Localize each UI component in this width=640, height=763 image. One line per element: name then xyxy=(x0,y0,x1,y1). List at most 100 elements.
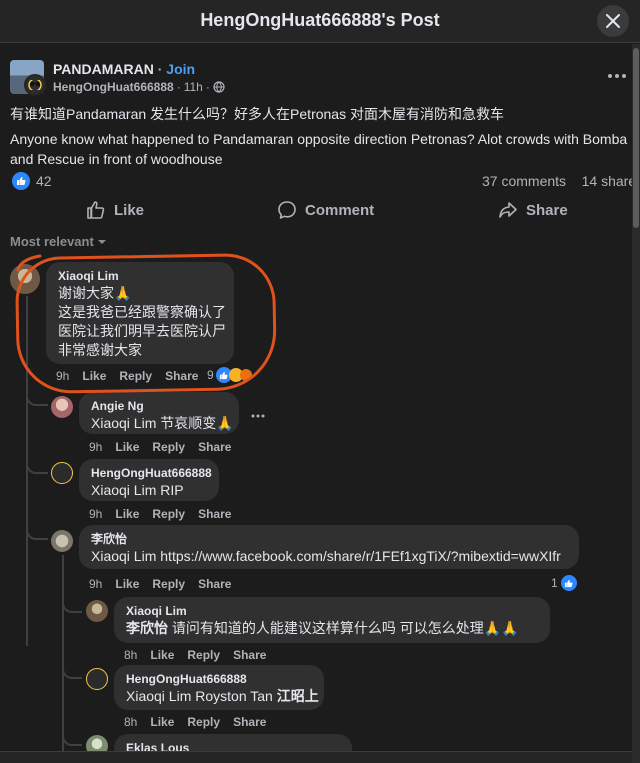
post-meta: HengOngHuat666888 · 11h · xyxy=(53,80,225,94)
reaction-summary[interactable]: 42 xyxy=(12,172,52,190)
like-button[interactable]: Like xyxy=(86,200,144,220)
comment-time[interactable]: 9h xyxy=(89,507,102,521)
comment-text: 江昭上 xyxy=(272,688,319,704)
more-options-button[interactable] xyxy=(605,68,629,84)
more-icon xyxy=(608,74,626,78)
post-action-bar: Like Comment Share xyxy=(0,196,640,224)
comment-bubble: 李欣怡 Xiaoqi Lim https://www.facebook.com/… xyxy=(79,525,579,569)
comment-bubble: HengOngHuat666888 Xiaoqi Lim Royston Tan… xyxy=(114,665,324,710)
share-icon xyxy=(499,202,517,218)
join-link[interactable]: Join xyxy=(166,61,195,77)
comment-bubble: HengOngHuat666888 Xiaoqi Lim RIP xyxy=(79,459,219,501)
mention-tag[interactable]: Xiaoqi Lim xyxy=(91,482,156,498)
comments-count[interactable]: 37 comments xyxy=(482,173,566,189)
avatar[interactable] xyxy=(51,462,73,484)
comment-composer[interactable] xyxy=(0,751,632,763)
comment-author[interactable]: HengOngHuat666888 xyxy=(91,465,212,481)
comment-more-button[interactable] xyxy=(250,406,266,424)
comment-reply-button[interactable]: Reply xyxy=(187,715,220,729)
comment-share-button[interactable]: Share xyxy=(198,507,231,521)
comment-actions: 9h Like Reply Share xyxy=(89,507,231,521)
comment-icon xyxy=(278,201,296,219)
comment-bubble: Xiaoqi Lim 李欣怡 请问有知道的人能建议这样算什么吗 可以怎么处理🙏🙏 xyxy=(114,597,550,643)
mention-tag[interactable]: Xiaoqi Lim xyxy=(91,548,156,564)
thread-connector xyxy=(26,520,48,540)
annotation-stroke xyxy=(16,254,42,272)
comment-sort-dropdown[interactable]: Most relevant xyxy=(10,234,107,249)
comment-time[interactable]: 8h xyxy=(124,648,137,662)
group-name[interactable]: PANDAMARAN xyxy=(53,61,154,77)
comment-like-button[interactable]: Like xyxy=(115,440,139,454)
mention-tag[interactable]: Xiaoqi Lim Royston Tan xyxy=(126,688,273,704)
avatar[interactable] xyxy=(51,396,73,418)
comment-reply-button[interactable]: Reply xyxy=(187,648,220,662)
annotation-circle xyxy=(14,252,278,395)
mention-tag[interactable]: 李欣怡 xyxy=(126,620,168,636)
comment-reply-button[interactable]: Reply xyxy=(152,507,185,521)
comment-share-button[interactable]: Share xyxy=(233,648,266,662)
comment-reply-button[interactable]: Reply xyxy=(152,577,185,591)
comment-text: RIP xyxy=(156,482,184,498)
separator: · xyxy=(157,61,163,77)
close-button[interactable] xyxy=(597,5,629,37)
comment-reaction-summary[interactable]: 1 xyxy=(551,575,577,591)
comment-like-button[interactable]: Like xyxy=(115,577,139,591)
comment-time[interactable]: 8h xyxy=(124,715,137,729)
comment-actions: 9h Like Reply Share xyxy=(89,440,231,454)
separator: · xyxy=(205,80,210,94)
share-button[interactable]: Share xyxy=(498,200,568,220)
comment-time[interactable]: 9h xyxy=(89,577,102,591)
comment-like-button[interactable]: Like xyxy=(115,507,139,521)
post-text-english: Anyone know what happened to Pandamaran … xyxy=(10,131,628,167)
avatar[interactable] xyxy=(86,668,108,690)
comment-author[interactable]: HengOngHuat666888 xyxy=(126,671,312,687)
comment-share-button[interactable]: Share xyxy=(233,715,266,729)
comment-reply-button[interactable]: Reply xyxy=(152,440,185,454)
comment-text: 请问有知道的人能建议这样算什么吗 可以怎么处理🙏🙏 xyxy=(168,620,519,636)
mention-tag[interactable]: Xiaoqi Lim xyxy=(91,415,156,431)
comment-share-button[interactable]: Share xyxy=(198,577,231,591)
thread-line xyxy=(62,555,64,755)
thread-connector xyxy=(62,726,82,746)
comment-time[interactable]: 9h xyxy=(89,440,102,454)
comment-author[interactable]: 李欣怡 xyxy=(91,531,567,547)
thread-connector xyxy=(62,593,82,613)
post-author[interactable]: HengOngHuat666888 xyxy=(53,80,174,94)
comment-author[interactable]: Angie Ng xyxy=(91,398,227,414)
post-time[interactable]: 11h xyxy=(184,80,203,94)
comment-label: Comment xyxy=(305,201,375,219)
thread-connector xyxy=(26,386,48,406)
comment-reaction-count: 1 xyxy=(551,576,558,590)
more-icon xyxy=(251,414,265,418)
comment-text: 节哀顺变🙏 xyxy=(156,415,234,431)
thread-connector xyxy=(26,454,48,474)
like-icon xyxy=(87,201,105,219)
group-name-line: PANDAMARAN · Join xyxy=(53,61,195,77)
scrollbar[interactable] xyxy=(632,44,640,763)
page-title: HengOngHuat666888's Post xyxy=(200,10,440,30)
comment-like-button[interactable]: Like xyxy=(150,715,174,729)
avatar[interactable] xyxy=(86,600,108,622)
author-avatar[interactable] xyxy=(24,74,46,96)
group-avatar[interactable] xyxy=(10,60,46,96)
comment-button[interactable]: Comment xyxy=(277,200,374,220)
avatar[interactable] xyxy=(51,530,73,552)
chevron-down-icon xyxy=(98,240,107,244)
sort-label: Most relevant xyxy=(10,234,94,249)
post-header: HengOngHuat666888's Post xyxy=(0,0,640,43)
comment-like-button[interactable]: Like xyxy=(150,648,174,662)
like-reaction-icon xyxy=(12,172,30,190)
scrollbar-thumb[interactable] xyxy=(633,48,639,228)
thread-connector xyxy=(62,659,82,679)
comment-share-button[interactable]: Share xyxy=(198,440,231,454)
comment-actions: 9h Like Reply Share xyxy=(89,577,231,591)
comment-author[interactable]: Xiaoqi Lim xyxy=(126,603,538,619)
share-label: Share xyxy=(526,201,568,219)
reaction-count: 42 xyxy=(36,173,52,189)
comment-bubble: Angie Ng Xiaoqi Lim 节哀顺变🙏 xyxy=(79,392,239,434)
post-stats: 37 comments 14 shares xyxy=(482,173,640,189)
post-text-chinese: 有谁知道Pandamaran 发生什么吗？好多人在Petronas 对面木屋有消… xyxy=(10,106,504,122)
comment-actions: 8h Like Reply Share xyxy=(124,715,266,729)
separator: · xyxy=(176,80,181,94)
comment-link[interactable]: https://www.facebook.com/share/r/1FEf1xg… xyxy=(156,548,561,564)
